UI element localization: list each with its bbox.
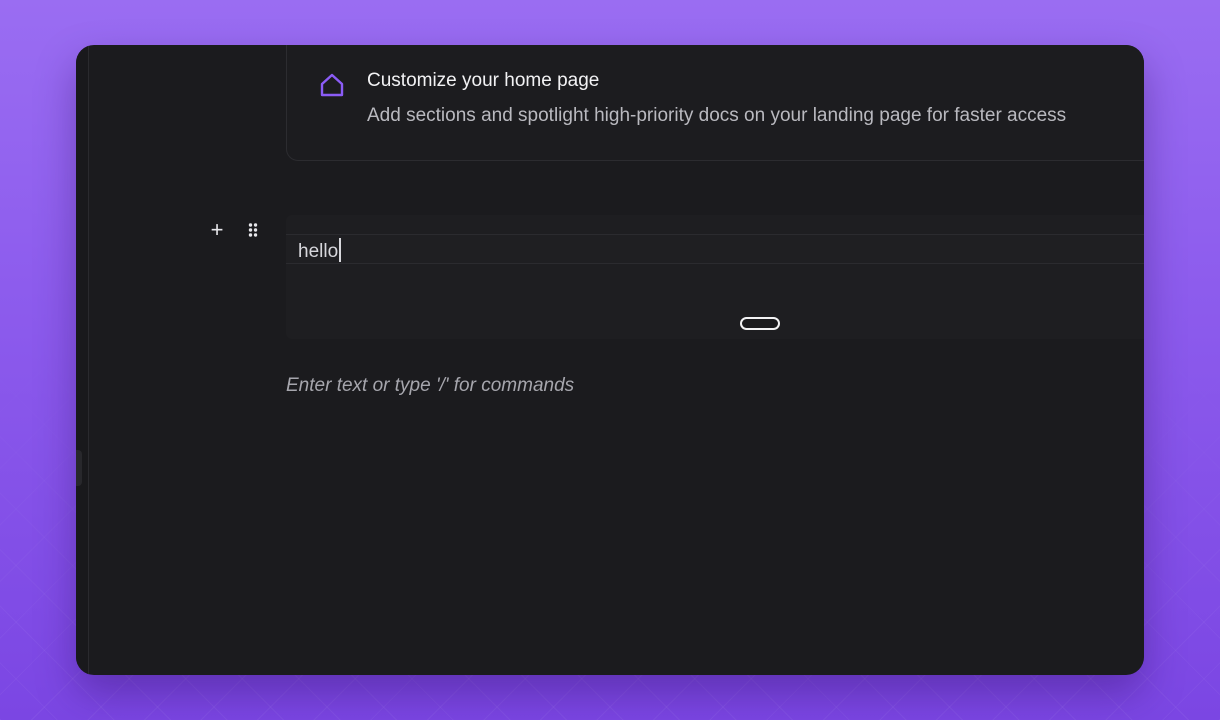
plus-icon: + (210, 217, 224, 242)
block-resize-handle[interactable] (740, 317, 780, 330)
callout-title: Customize your home page (367, 70, 600, 91)
home-page-callout[interactable]: Customize your home page Add sections an… (286, 45, 1144, 161)
app-window: Customize your home page Add sections an… (76, 45, 1144, 675)
text-block-input[interactable]: hello (286, 234, 1144, 264)
new-block-placeholder[interactable]: Enter text or type '/' for commands (286, 375, 886, 397)
home-icon (320, 73, 344, 97)
sidebar-edge (76, 45, 89, 675)
sidebar-resize-handle[interactable] (76, 450, 82, 486)
add-block-button[interactable]: + (206, 219, 228, 241)
text-block-value: hello (298, 238, 342, 263)
drag-handle-icon (248, 223, 258, 237)
block-toolbar: + (206, 219, 260, 241)
text-caret (339, 238, 342, 262)
callout-description: Add sections and spotlight high-priority… (367, 105, 1067, 126)
drag-handle-button[interactable] (246, 219, 260, 241)
text-block: hello (286, 215, 1144, 339)
